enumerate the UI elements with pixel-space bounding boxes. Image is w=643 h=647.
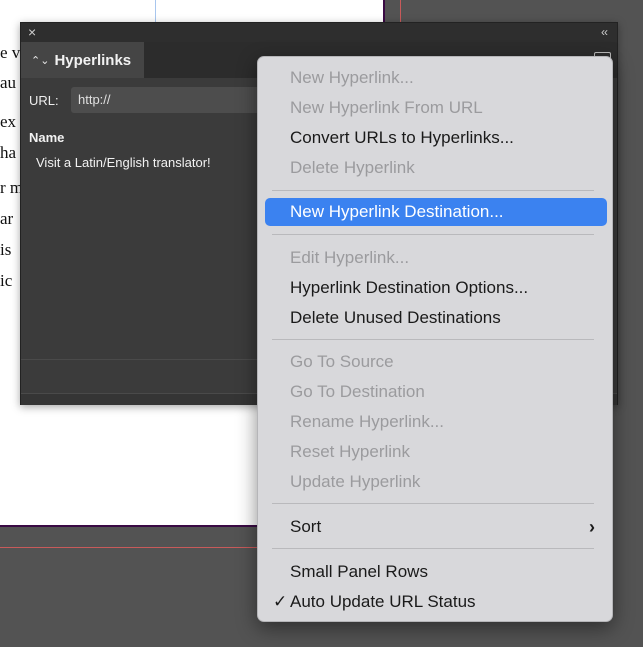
menu-item-rename-hyperlink: Rename Hyperlink... [290,412,445,431]
menu-item-hyperlink-destination-options[interactable]: Hyperlink Destination Options... [265,274,607,302]
close-icon[interactable]: × [28,24,36,40]
column-guide [155,0,156,22]
document-text-fragment: ic [0,271,13,290]
menu-item-convert-urls[interactable]: Convert URLs to Hyperlinks... [265,124,607,152]
menu-item-label: Sort [290,517,322,536]
menu-item-small-panel-rows[interactable]: Small Panel Rows [265,558,607,586]
checkmark-icon: ✓ [273,592,288,611]
menu-item-new-hyperlink-from-url: New Hyperlink From URL [290,98,483,117]
url-input[interactable]: http:// [71,87,271,113]
panel-titlebar[interactable]: × ‹‹ [21,23,617,42]
menu-separator [272,503,594,504]
menu-item-go-to-source: Go To Source [290,352,394,371]
menu-item-delete-hyperlink: Delete Hyperlink [290,158,415,177]
menu-item-update-hyperlink: Update Hyperlink [290,472,421,491]
collapse-icon[interactable]: ‹‹ [601,24,608,40]
hyperlinks-panel-menu: New Hyperlink... New Hyperlink From URL … [257,56,613,622]
name-column-header[interactable]: Name [29,130,64,145]
document-text-fragment: au [0,73,17,92]
tab-stepper-icon: ⌃⌄ [31,54,50,67]
document-text-fragment: ar [0,209,14,228]
bleed-guide [0,547,260,548]
menu-item-auto-update-url-status[interactable]: ✓ Auto Update URL Status [265,588,607,616]
document-text-fragment: ex [0,112,17,131]
hyperlink-list-item[interactable]: Visit a Latin/English translator! [21,151,261,175]
menu-item-sort[interactable]: Sort › [265,513,607,541]
url-label: URL: [29,93,59,108]
menu-item-go-to-destination: Go To Destination [290,382,425,401]
tab-hyperlinks[interactable]: ⌃⌄ Hyperlinks [21,42,144,78]
panel-divider [21,359,261,360]
menu-separator [272,190,594,191]
chevron-right-icon: › [589,517,595,537]
menu-item-label: Auto Update URL Status [290,592,476,611]
menu-separator [272,339,594,340]
menu-item-edit-hyperlink: Edit Hyperlink... [290,248,410,267]
document-text-fragment: e v [0,43,21,62]
menu-separator [272,548,594,549]
document-text-fragment: ha [0,143,17,162]
menu-item-new-hyperlink: New Hyperlink... [290,68,414,87]
bleed-guide [400,0,401,22]
menu-item-delete-unused-destinations[interactable]: Delete Unused Destinations [265,304,607,332]
menu-separator [272,234,594,235]
document-text-fragment: is [0,240,12,259]
menu-item-reset-hyperlink: Reset Hyperlink [290,442,410,461]
menu-item-new-hyperlink-destination[interactable]: New Hyperlink Destination... [265,198,607,226]
tab-label: Hyperlinks [54,51,132,69]
